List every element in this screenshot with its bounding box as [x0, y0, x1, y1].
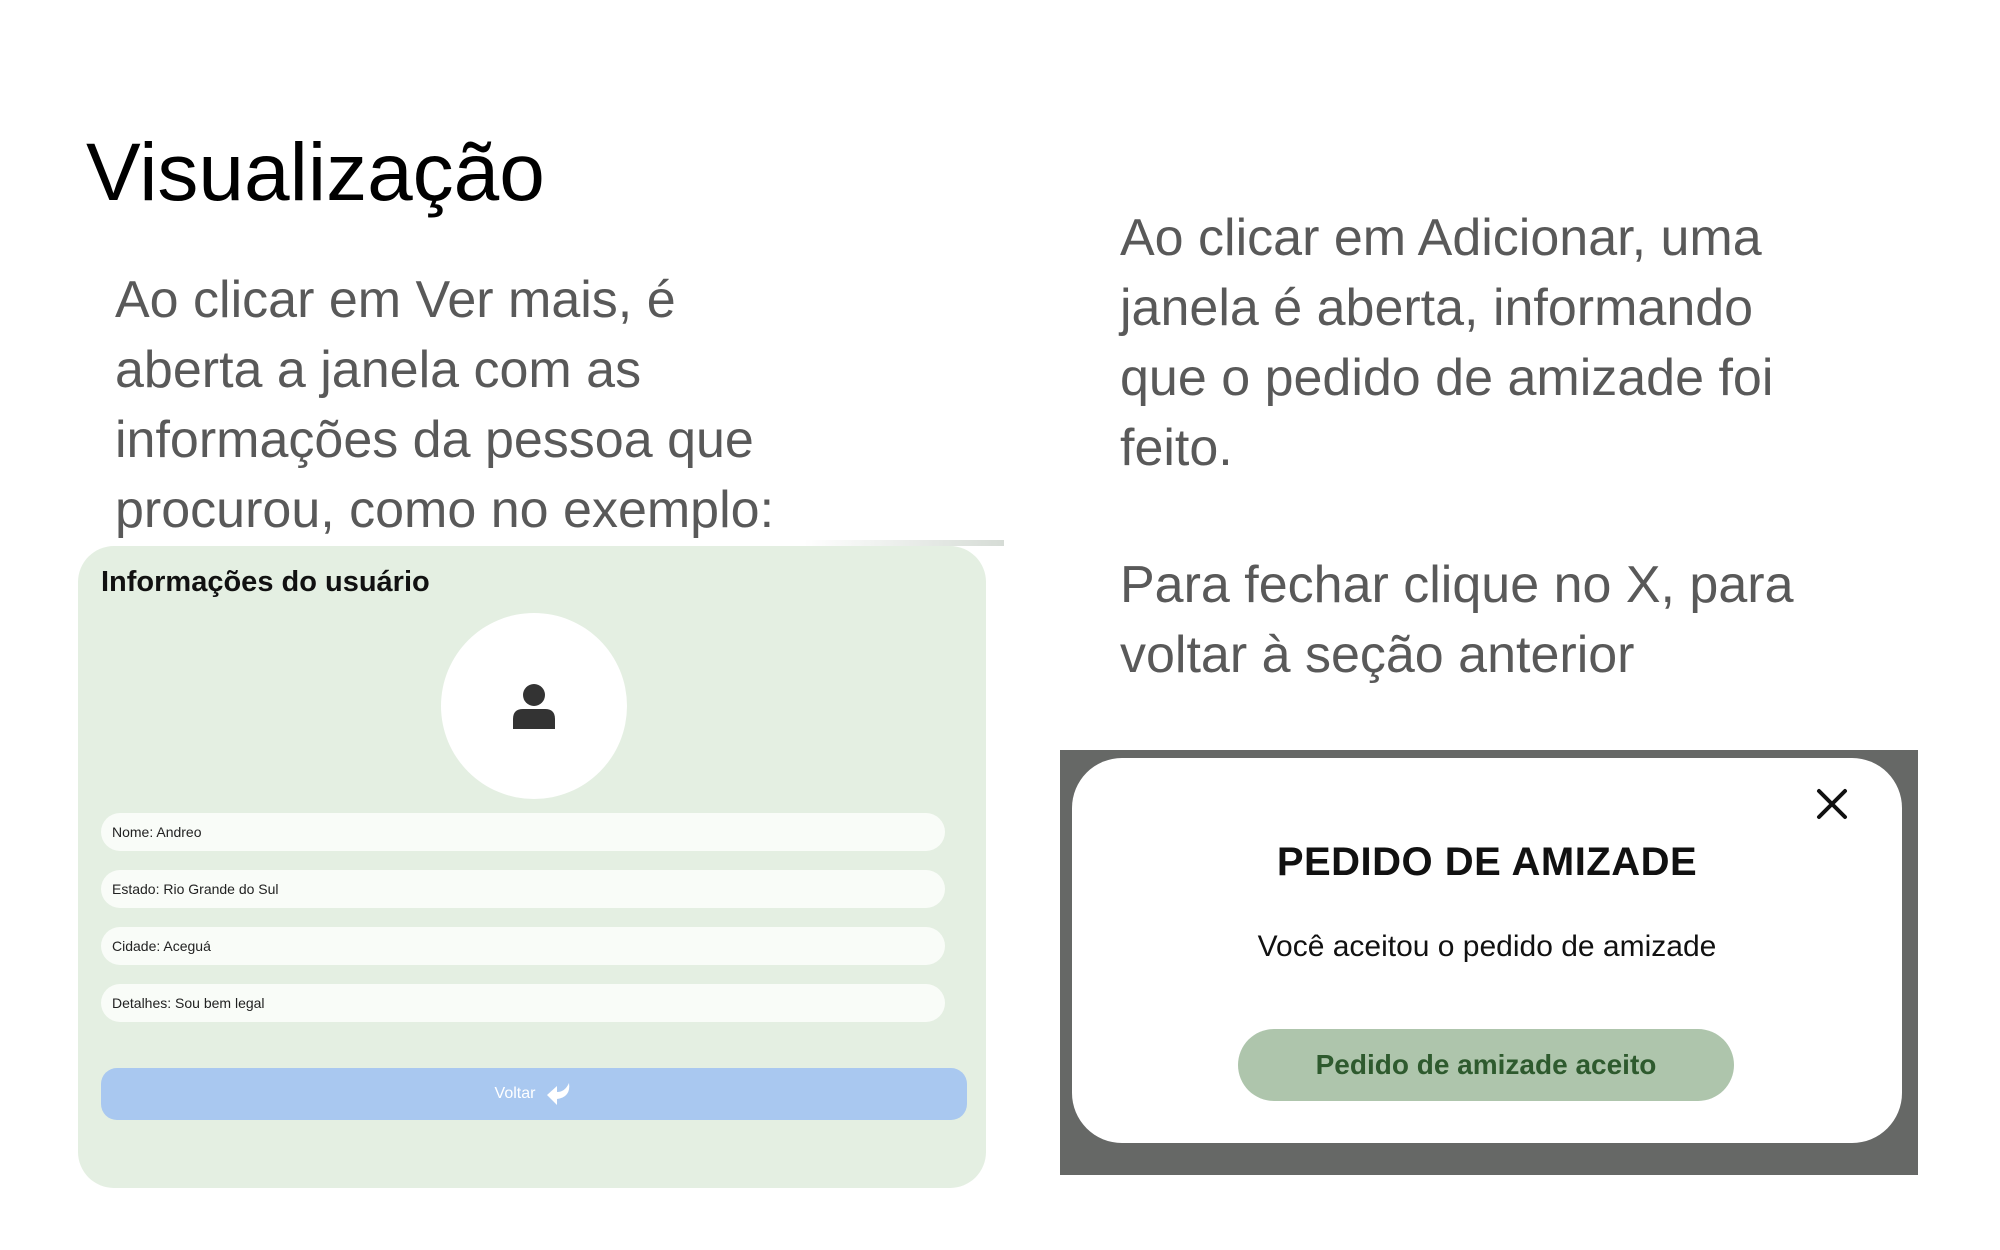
- left-description: Ao clicar em Ver mais, é aberta a janela…: [115, 265, 815, 545]
- friend-request-modal: PEDIDO DE AMIZADE Você aceitou o pedido …: [1072, 758, 1902, 1143]
- right-description-line: que o pedido de amizade foi: [1120, 349, 1774, 407]
- back-button-label: Voltar: [494, 1085, 536, 1102]
- close-button[interactable]: [1812, 784, 1852, 824]
- user-info-card: Informações do usuário Nome: Andreo Esta…: [78, 546, 986, 1188]
- return-arrow-icon: [547, 1083, 570, 1105]
- left-description-line: procurou, como no exemplo:: [115, 481, 775, 539]
- person-icon: [513, 684, 555, 729]
- back-button[interactable]: Voltar: [101, 1068, 967, 1120]
- left-description-line: aberta a janela com as: [115, 341, 642, 399]
- right-description-line: feito.: [1120, 419, 1233, 477]
- user-info-screenshot: Informações do usuário Nome: Andreo Esta…: [66, 540, 1004, 1210]
- right-description-line: janela é aberta, informando: [1120, 279, 1754, 337]
- right-description-line: voltar à seção anterior: [1120, 626, 1635, 684]
- right-description-add: Ao clicar em Adicionar, uma janela é abe…: [1120, 203, 1880, 483]
- user-card-title: Informações do usuário: [101, 566, 430, 598]
- modal-message: Você aceitou o pedido de amizade: [1257, 930, 1717, 963]
- avatar: [441, 613, 627, 799]
- state-field: Estado: Rio Grande do Sul: [101, 870, 945, 908]
- name-field: Nome: Andreo: [101, 813, 945, 851]
- city-field: Cidade: Aceguá: [101, 927, 945, 965]
- request-accepted-button[interactable]: Pedido de amizade aceito: [1238, 1029, 1734, 1101]
- right-description-line: Ao clicar em Adicionar, uma: [1120, 209, 1762, 267]
- right-description-line: Para fechar clique no X, para: [1120, 556, 1794, 614]
- close-icon: [1817, 789, 1847, 819]
- friend-request-screenshot: PEDIDO DE AMIZADE Você aceitou o pedido …: [1060, 750, 1918, 1175]
- left-description-line: Ao clicar em Ver mais, é: [115, 271, 676, 329]
- details-field: Detalhes: Sou bem legal: [101, 984, 945, 1022]
- right-description-close: Para fechar clique no X, para voltar à s…: [1120, 550, 1880, 690]
- left-description-line: informações da pessoa que: [115, 411, 754, 469]
- slide-title: Visualização: [86, 127, 545, 218]
- modal-title: PEDIDO DE AMIZADE: [1276, 840, 1698, 884]
